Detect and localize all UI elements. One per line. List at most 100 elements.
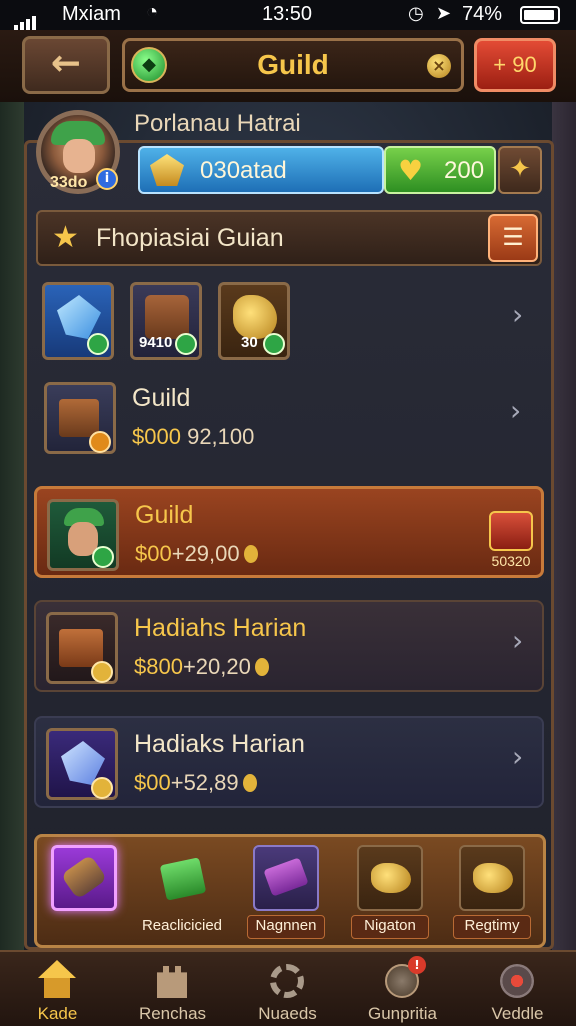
row-amount: $800+20,20 [134, 654, 269, 680]
horn-shape [371, 863, 411, 893]
scroll-shape [263, 857, 309, 897]
coin-icon [254, 658, 269, 676]
row-extra-value: +29,00 [171, 541, 240, 566]
nav-label: Nuaeds [258, 1004, 317, 1023]
nav-item-nuaeds[interactable]: Nuaeds [230, 952, 345, 1026]
coin-icon [243, 545, 258, 563]
top-bar: ← ◆ Guild × + 90 [0, 30, 576, 102]
list-item[interactable]: Hadiaks Harian $00+52,89 › [34, 716, 544, 808]
gift-box-icon [149, 845, 215, 911]
plus-badge-icon [263, 333, 285, 355]
tray-item-label: Regtimy [464, 917, 520, 934]
plus-badge-icon [175, 333, 197, 355]
row-amount-value: $00 [135, 541, 172, 566]
carrier-name: Mxiam [62, 3, 121, 25]
list-item-highlighted[interactable]: Guild $00+29,00 50320 [34, 486, 544, 578]
coin-badge-icon [91, 661, 113, 683]
status-bar: Mxiam ◔ 13:50 ◷ ➤ 74% [0, 0, 576, 31]
hamburger-icon: ☰ [502, 223, 524, 251]
house-icon [36, 960, 78, 1002]
background-right-scenery [552, 100, 576, 960]
bottom-nav: Kade Renchas Nuaeds Gunpritia Veddle [0, 950, 576, 1026]
star-icon: ★ [52, 220, 79, 255]
notification-badge: ! [408, 956, 426, 974]
clock: 13:50 [262, 3, 313, 25]
add-gold-button[interactable]: + 90 [474, 38, 556, 92]
crystal-item[interactable] [42, 282, 114, 360]
guild-name: Fhopiasiai Guian [96, 224, 284, 252]
page-title: Guild [257, 49, 329, 80]
arrow-left-icon: ← [50, 43, 82, 84]
chevron-right-icon[interactable]: › [512, 624, 523, 657]
chest-item[interactable]: 9410 [130, 282, 202, 360]
row-title: Guild [135, 501, 194, 529]
chest-body [59, 399, 99, 437]
list-item[interactable]: Guild $000 92,100 › [34, 372, 544, 464]
chevron-right-icon[interactable]: › [512, 740, 523, 773]
reward-chest-icon[interactable] [489, 511, 533, 551]
nav-label: Kade [37, 1004, 78, 1023]
row-title: Hadiaks Harian [134, 730, 305, 758]
tray-item[interactable]: Reaclicicied [141, 845, 223, 937]
tray-item[interactable]: Nigaton [349, 845, 431, 939]
diamond-plus-icon: ✦ [509, 154, 531, 184]
heart-value: 200 [444, 157, 485, 184]
tray-item-label: Nigaton [364, 917, 416, 934]
player-level: 33do [50, 174, 88, 191]
crystal-icon [46, 728, 118, 800]
add-resource-button[interactable]: ✦ [498, 146, 542, 194]
horn-icon [51, 845, 117, 911]
nav-item-veddle[interactable]: Veddle [460, 952, 575, 1026]
chevron-right-icon[interactable]: › [510, 394, 521, 427]
chest-count: 9410 [139, 334, 173, 351]
nav-item-gunpritia[interactable]: Gunpritia [345, 952, 460, 1026]
row-amount: $000 92,100 [132, 424, 254, 450]
nav-label: Renchas [138, 1004, 207, 1023]
row-title: Guild [132, 384, 191, 412]
player-name: Porlanau Hatrai [134, 110, 301, 137]
row-extra-value: 92,100 [187, 424, 255, 449]
chest-icon [44, 382, 116, 454]
reward-badge-label: 50320 [491, 553, 531, 569]
horn-icon [357, 845, 423, 911]
battery-percent: 74% [462, 3, 503, 25]
hero-portrait-icon [47, 499, 119, 571]
row-amount-value: $000 [132, 424, 181, 449]
row-amount: $00+52,89 [134, 770, 257, 796]
gold-resource-bar: 030atad [138, 146, 384, 194]
items-row: 9410 30 › [36, 278, 546, 364]
scroll-icon [253, 845, 319, 911]
coin-icon: × [427, 54, 451, 78]
list-item[interactable]: Hadiahs Harian $800+20,20 › [34, 600, 544, 692]
horn-shape [473, 863, 513, 893]
gear-icon [266, 960, 308, 1002]
avatar-face [63, 139, 95, 173]
gift-box-shape [159, 857, 207, 901]
background-left-scenery [0, 100, 24, 960]
coin-badge-icon [91, 777, 113, 799]
plus-badge-icon [92, 546, 114, 568]
menu-button[interactable]: ☰ [488, 214, 538, 262]
tray-item-featured[interactable] [43, 845, 125, 937]
horn-item[interactable]: 30 [218, 282, 290, 360]
tray-item[interactable]: Nagnnen [245, 845, 327, 939]
row-amount-value: $800 [134, 654, 183, 679]
horn-icon [459, 845, 525, 911]
row-extra-value: +52,89 [170, 770, 239, 795]
alarm-icon: ◷ [408, 3, 424, 23]
nav-item-renchas[interactable]: Renchas [115, 952, 230, 1026]
tray-item[interactable]: Regtimy [451, 845, 533, 939]
castle-icon [151, 960, 193, 1002]
signal-icon [14, 8, 38, 31]
nav-item-home[interactable]: Kade [0, 952, 115, 1026]
back-button[interactable]: ← [22, 36, 110, 94]
chevron-right-icon[interactable]: › [512, 298, 523, 331]
reward-tray: Reaclicicied Nagnnen Nigaton Regtimy [34, 834, 546, 948]
battery-icon [520, 6, 560, 24]
row-amount: $00+29,00 [135, 541, 258, 567]
gold-resource-value: 030atad [200, 157, 287, 184]
gold-pile-icon [150, 154, 184, 186]
horn-shape [60, 854, 108, 900]
tray-item-label: Reaclicicied [141, 917, 223, 934]
info-badge-icon[interactable]: i [96, 168, 118, 190]
